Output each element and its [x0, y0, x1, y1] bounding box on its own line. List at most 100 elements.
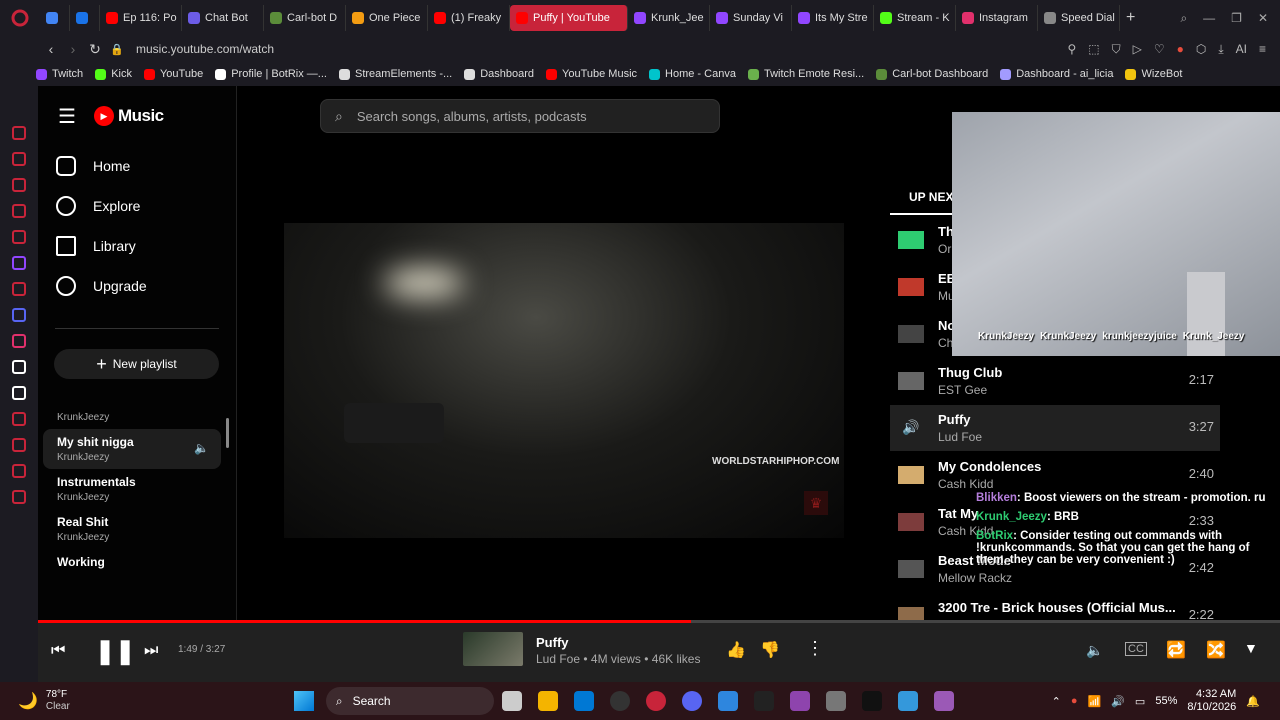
like-button[interactable]: 👍 [726, 640, 746, 660]
epic-games-icon[interactable] [753, 691, 774, 711]
clock-date[interactable]: 8/10/2026 [1187, 701, 1236, 714]
heart-icon[interactable]: ♡ [1154, 42, 1165, 57]
queue-item[interactable]: 🔊 Puffy Lud Foe 3:27 [890, 405, 1220, 451]
store-icon[interactable] [573, 691, 594, 711]
browser-tab[interactable]: Instagram [956, 5, 1038, 31]
browser-tab[interactable]: Sunday Vi [710, 5, 792, 31]
shuffle-icon[interactable]: 🔀 [1206, 640, 1226, 660]
browser-tab[interactable]: Stream - K [874, 5, 956, 31]
browser-tab[interactable]: Krunk_Jee [628, 5, 710, 31]
browser-tab[interactable]: (1) Freaky [428, 5, 510, 31]
tiktok-icon[interactable] [12, 360, 26, 374]
bookmark-item[interactable]: WizeBot [1125, 68, 1182, 80]
twitch-icon[interactable] [12, 256, 26, 270]
battery-icon[interactable]: ▭ [1135, 695, 1145, 708]
search-input[interactable]: Search songs, albums, artists, podcasts [357, 109, 587, 124]
next-button[interactable]: ⏭ [144, 642, 158, 660]
playlist-item[interactable]: Working [43, 549, 221, 578]
apps-grid-icon[interactable] [933, 691, 954, 711]
workspaces-icon[interactable] [12, 178, 26, 192]
bookmark-item[interactable]: Kick [95, 68, 132, 80]
browser-tab[interactable]: Ep 116: Po [100, 5, 182, 31]
settings-icon[interactable] [12, 490, 26, 504]
new-playlist-button[interactable]: + New playlist [54, 349, 219, 379]
clock-icon[interactable] [12, 438, 26, 452]
adblock-icon[interactable]: ● [1177, 42, 1184, 57]
browser-tab[interactable] [40, 5, 70, 31]
mic-icon[interactable]: ● [1071, 695, 1078, 707]
playlist-item[interactable]: Real Shit KrunkJeezy [43, 509, 221, 549]
browser-tab[interactable]: Chat Bot [182, 5, 264, 31]
download-icon[interactable]: ⤓ [1218, 42, 1223, 57]
tray-chevron-icon[interactable]: ⌃ [1052, 695, 1061, 708]
captions-icon[interactable]: CC [1125, 642, 1147, 656]
expand-icon[interactable]: ▼ [1244, 640, 1258, 656]
bookmark-item[interactable]: Dashboard [464, 68, 534, 80]
bookmark-item[interactable]: Twitch Emote Resi... [747, 68, 864, 80]
app-icon[interactable] [789, 691, 810, 711]
bookmark-item[interactable]: Profile | BotRix —... [215, 68, 327, 80]
more-options-icon[interactable]: ⋮ [806, 638, 824, 659]
url-field[interactable]: music.youtube.com/watch [136, 42, 274, 56]
forward-button[interactable]: › [62, 41, 84, 57]
pause-button[interactable]: ❚❚ [95, 637, 135, 666]
volume-icon[interactable]: 🔈 [1086, 642, 1103, 659]
extensions-icon[interactable]: ⬡ [1196, 42, 1206, 57]
dislike-button[interactable]: 👎 [760, 640, 780, 660]
now-playing-title[interactable]: Puffy [536, 635, 569, 650]
weather-icon[interactable]: 🌙 [18, 691, 38, 711]
media-icon[interactable] [12, 230, 26, 244]
bookmark-item[interactable]: YouTube Music [546, 68, 637, 80]
gaming-icon[interactable] [12, 126, 26, 140]
close-icon[interactable]: ✕ [1258, 11, 1268, 25]
bookmark-item[interactable]: YouTube [143, 68, 203, 80]
ytmusic-logo[interactable]: Music [118, 106, 164, 126]
wifi-icon[interactable]: 📶 [1088, 695, 1102, 708]
bookmark-item[interactable]: Twitch [36, 68, 83, 80]
nav-upgrade[interactable]: Upgrade [38, 266, 236, 306]
capcut-icon[interactable] [861, 691, 882, 711]
search-tabs-icon[interactable]: ⌕ [1180, 11, 1187, 26]
reload-button[interactable]: ↻ [84, 41, 106, 58]
player-icon[interactable] [12, 412, 26, 426]
file-explorer-icon[interactable] [537, 691, 558, 711]
maximize-icon[interactable]: ❐ [1231, 11, 1242, 25]
bookmark-item[interactable]: Home - Canva [649, 68, 736, 80]
queue-item[interactable]: Thug Club EST Gee 2:17 [890, 358, 1220, 404]
video-player[interactable]: WORLDSTARHIPHOP.COM ♛ [284, 223, 844, 538]
nav-home[interactable]: Home [38, 146, 236, 186]
menu-icon[interactable]: ≡ [1259, 42, 1266, 57]
browser-tab[interactable] [70, 5, 100, 31]
pin-icon[interactable]: ⚲ [1067, 42, 1076, 57]
previous-button[interactable]: ⏮ [51, 642, 65, 660]
browser-tab[interactable]: One Piece [346, 5, 428, 31]
speaker-icon[interactable]: 🔊 [1111, 695, 1125, 708]
play-icon[interactable]: ▷ [1133, 42, 1142, 57]
browser-tab[interactable]: Its My Stre [792, 5, 874, 31]
playlist-item[interactable]: My shit nigga KrunkJeezy 🔈 [43, 429, 221, 469]
discord-icon[interactable] [12, 308, 26, 322]
x-icon[interactable] [12, 386, 26, 400]
taskbar-search[interactable]: ⌕ Search [325, 687, 494, 715]
sidebar-scrollbar[interactable] [226, 418, 229, 448]
opera-logo-icon[interactable] [0, 9, 40, 27]
hamburger-menu-icon[interactable]: ☰ [58, 104, 76, 129]
nav-library[interactable]: Library [38, 226, 236, 266]
clock-time[interactable]: 4:32 AM [1187, 688, 1236, 701]
ytmusic-logo-icon[interactable]: ▶ [93, 106, 114, 126]
browser-tab[interactable]: Speed Dial [1038, 5, 1120, 31]
percent-icon[interactable] [12, 282, 26, 296]
browser-tab[interactable]: Carl-bot D [264, 5, 346, 31]
nav-explore[interactable]: Explore [38, 186, 236, 226]
news-icon[interactable] [12, 204, 26, 218]
playlist-item[interactable]: Instrumentals KrunkJeezy [43, 469, 221, 509]
progress-bar[interactable] [38, 620, 1280, 623]
now-playing-meta[interactable]: Lud Foe • 4M views • 46K likes [536, 652, 700, 666]
back-button[interactable]: ‹ [40, 41, 62, 57]
notepad-icon[interactable] [897, 691, 918, 711]
opera-taskbar-icon[interactable] [645, 691, 666, 711]
minimize-icon[interactable]: — [1203, 11, 1215, 25]
photos-icon[interactable] [717, 691, 738, 711]
start-button[interactable] [293, 691, 314, 711]
task-view-icon[interactable] [501, 691, 522, 711]
